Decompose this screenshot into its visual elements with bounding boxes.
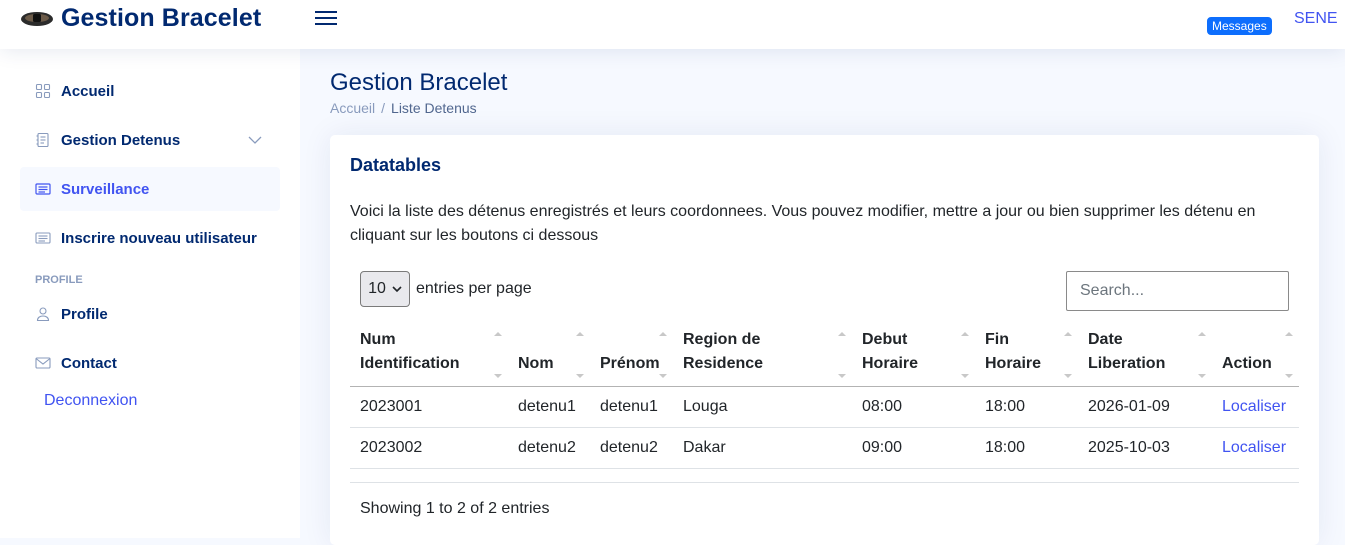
cell-prenom: detenu2 (590, 427, 673, 469)
grid-icon (35, 83, 51, 99)
breadcrumb: Accueil / Liste Detenus (330, 100, 477, 116)
sidebar-item-gestion-detenus[interactable]: Gestion Detenus (20, 118, 280, 162)
cell-prenom: detenu1 (590, 386, 673, 428)
cell-fin-horaire: 18:00 (975, 427, 1078, 469)
cell-debut-horaire: 08:00 (852, 386, 975, 428)
cell-action: Localiser (1212, 386, 1299, 428)
table-info: Showing 1 to 2 of 2 entries (360, 500, 550, 517)
logout-link[interactable]: Deconnexion (44, 392, 137, 410)
sidebar-item-label: Gestion Detenus (61, 131, 181, 149)
sidebar-item-label: Contact (61, 354, 117, 372)
cell-num-identification: 2023002 (350, 427, 508, 469)
column-header[interactable]: Fin Horaire (975, 328, 1078, 387)
column-header[interactable]: Region de Residence (673, 328, 852, 387)
detainees-table: Num Identification Nom Prénom Region de … (350, 328, 1299, 469)
cell-date-liberation: 2026-01-09 (1078, 386, 1212, 428)
cell-nom: detenu2 (508, 427, 590, 469)
top-header: Gestion Bracelet Messages SENE (0, 0, 1345, 49)
layout-text-icon (35, 181, 51, 197)
toggle-sidebar-icon[interactable] (313, 8, 339, 34)
envelope-icon (35, 355, 51, 371)
card-description: Voici la liste des détenus enregistrés e… (350, 203, 1256, 244)
chevron-down-icon (248, 132, 262, 149)
messages-badge[interactable]: Messages (1207, 17, 1272, 35)
localiser-link[interactable]: Localiser (1222, 439, 1286, 456)
column-header[interactable]: Action (1212, 328, 1299, 387)
cell-action: Localiser (1212, 427, 1299, 469)
sidebar-item-accueil[interactable]: Accueil (20, 69, 280, 113)
cell-num-identification: 2023001 (350, 386, 508, 428)
user-menu[interactable]: SENE (1294, 10, 1338, 28)
column-header[interactable]: Date Liberation (1078, 328, 1212, 387)
column-header[interactable]: Nom (508, 328, 590, 387)
cell-fin-horaire: 18:00 (975, 386, 1078, 428)
localiser-link[interactable]: Localiser (1222, 398, 1286, 415)
table-row: 2023002 detenu2 detenu2 Dakar 09:00 18:0… (350, 427, 1299, 469)
sidebar-item-inscrire[interactable]: Inscrire nouveau utilisateur (20, 216, 280, 260)
per-page-value: 10 (368, 280, 386, 297)
cell-date-liberation: 2025-10-03 (1078, 427, 1212, 469)
sidebar-item-profile[interactable]: Profile (20, 292, 280, 336)
table-bottom-divider (350, 482, 1299, 483)
search-input[interactable] (1066, 271, 1289, 311)
cell-region: Louga (673, 386, 852, 428)
cell-region: Dakar (673, 427, 852, 469)
card-title: Datatables (350, 155, 442, 175)
table-row: 2023001 detenu1 detenu1 Louga 08:00 18:0… (350, 386, 1299, 428)
breadcrumb-separator: / (381, 100, 386, 116)
brand-name: Gestion Bracelet (61, 4, 262, 32)
sidebar-item-label: Accueil (61, 82, 115, 100)
cell-nom: detenu1 (508, 386, 590, 428)
sidebar-item-label: Inscrire nouveau utilisateur (61, 229, 257, 247)
cell-debut-horaire: 09:00 (852, 427, 975, 469)
brand-logo[interactable]: Gestion Bracelet (20, 4, 261, 33)
breadcrumb-current: Liste Detenus (391, 100, 477, 116)
chevron-down-icon (392, 280, 402, 298)
table-header-row: Num Identification Nom Prénom Region de … (350, 328, 1299, 387)
journal-icon (35, 132, 51, 148)
column-header[interactable]: Prénom (590, 328, 673, 387)
sidebar-item-label: Profile (61, 305, 108, 323)
page-title-block: Gestion Bracelet (330, 69, 507, 97)
datatable-card: Datatables Voici la liste des détenus en… (330, 135, 1319, 545)
breadcrumb-home[interactable]: Accueil (330, 100, 375, 116)
bracelet-icon (20, 8, 54, 30)
sidebar-item-contact[interactable]: Contact (20, 341, 280, 385)
sidebar: Accueil Gestion Detenus Surveillance Ins… (0, 49, 300, 538)
sidebar-heading-profile: PROFILE (35, 274, 83, 286)
sidebar-item-surveillance[interactable]: Surveillance (20, 167, 280, 211)
page-title: Gestion Bracelet (330, 69, 508, 96)
layout-text-icon (35, 230, 51, 246)
entries-per-page: 10 entries per page (360, 271, 532, 307)
column-header[interactable]: Num Identification (350, 328, 508, 387)
per-page-select[interactable]: 10 (360, 271, 410, 307)
person-icon (35, 306, 51, 322)
sidebar-item-label: Surveillance (61, 180, 150, 198)
per-page-label: entries per page (416, 280, 532, 297)
column-header[interactable]: Debut Horaire (852, 328, 975, 387)
